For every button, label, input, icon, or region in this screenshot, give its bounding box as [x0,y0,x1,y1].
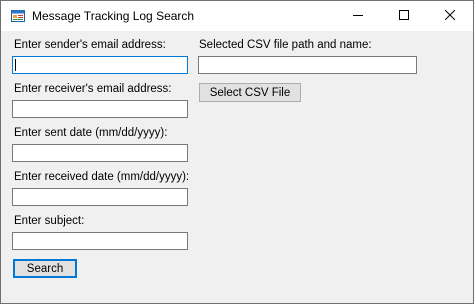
text-caret [15,59,16,71]
sender-label: Enter sender's email address: [14,39,166,51]
form-body: Enter sender's email address: Enter rece… [1,31,473,303]
form-window-icon [11,10,25,22]
sent-date-label: Enter sent date (mm/dd/yyyy): [14,127,168,139]
subject-label: Enter subject: [14,215,85,227]
sent-date-field[interactable] [12,144,188,162]
received-date-field[interactable] [12,188,188,206]
select-csv-file-button[interactable]: Select CSV File [199,83,301,102]
window-title: Message Tracking Log Search [32,9,195,23]
close-icon [444,9,456,23]
app-window: Message Tracking Log Search Enter sender… [0,0,474,304]
subject-field[interactable] [12,232,188,250]
csv-path-field[interactable] [198,56,417,74]
minimize-icon [353,9,363,23]
receiver-label: Enter receiver's email address: [14,83,172,95]
csv-path-label: Selected CSV file path and name: [199,39,372,51]
maximize-icon [399,9,409,23]
maximize-button[interactable] [381,1,427,31]
title-bar[interactable]: Message Tracking Log Search [1,1,473,31]
close-button[interactable] [427,1,473,31]
sender-email-field[interactable] [12,56,188,74]
received-date-label: Enter received date (mm/dd/yyyy): [14,171,190,183]
search-button[interactable]: Search [13,259,77,278]
receiver-email-field[interactable] [12,100,188,118]
minimize-button[interactable] [335,1,381,31]
